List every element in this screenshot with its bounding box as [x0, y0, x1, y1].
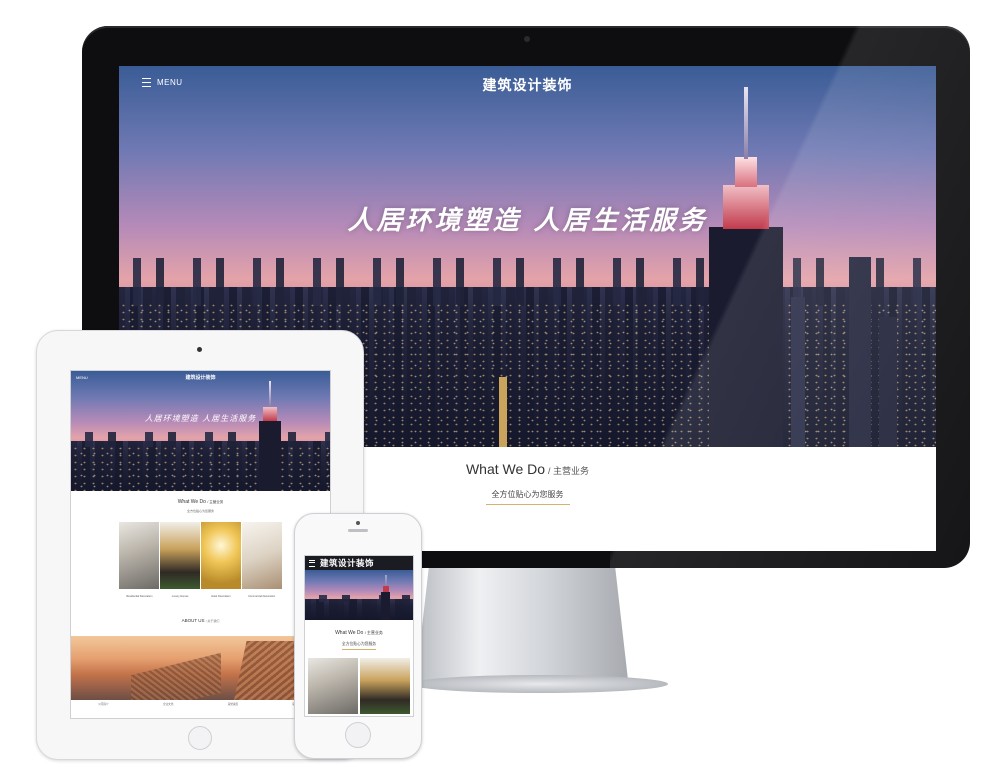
monitor-stand	[416, 568, 628, 680]
service-tile-residential[interactable]	[308, 658, 358, 714]
tablet-hero-slogan: 人居环境塑造 人居生活服务	[144, 414, 257, 423]
hero-slogan: 人居环境塑造 人居生活服务	[347, 206, 708, 236]
monitor-base	[410, 675, 668, 693]
service-tile-luxury[interactable]	[360, 658, 410, 714]
phone-home-button[interactable]	[345, 722, 371, 748]
service-tile-hotel[interactable]	[201, 522, 241, 589]
about-banner-image	[71, 636, 330, 700]
section-subtitle: 全方位贴心为您服务	[485, 489, 570, 505]
section-subtitle: 全方位贴心为您服务	[186, 509, 214, 513]
footer-link[interactable]: 公司简介	[98, 702, 108, 706]
phone-screen: 建筑设计装饰 What We Do / 主营业务 全方位贴心为您服务	[304, 555, 414, 717]
section-title: What We Do	[335, 630, 364, 636]
hamburger-icon[interactable]	[309, 559, 315, 567]
section-title: What We Do	[465, 461, 546, 477]
landmark-tower	[259, 381, 281, 491]
tablet-site-title[interactable]: 建筑设计装饰	[71, 374, 330, 381]
phone-speaker	[348, 529, 368, 532]
section-title: What We Do	[177, 499, 206, 505]
city-skyline	[305, 595, 413, 620]
about-title: ABOUT US	[181, 618, 205, 623]
service-caption: Luxury Homes	[171, 595, 189, 598]
footer-link[interactable]: 企业文化	[163, 702, 173, 706]
phone-what-we-do: What We Do / 主营业务	[305, 630, 413, 636]
section-title-suffix: / 主营业务	[207, 500, 224, 504]
skyscraper	[849, 257, 871, 447]
city-lights	[71, 445, 330, 491]
service-caption: Residential Decoration	[126, 595, 153, 598]
phone-header: 建筑设计装饰	[305, 556, 413, 570]
landmark-tower	[381, 575, 390, 620]
service-tiles	[119, 522, 282, 589]
skyscraper	[791, 297, 805, 447]
tablet-camera	[197, 347, 202, 352]
section-title-suffix: / 主营业务	[548, 466, 590, 476]
tablet-screen: MENU 建筑设计装饰 人居环境塑造 人居生活服务 What We Do / 主…	[70, 370, 331, 719]
service-tile-commercial[interactable]	[242, 522, 282, 589]
service-tile-luxury[interactable]	[160, 522, 200, 589]
phone-device: 建筑设计装饰 What We Do / 主营业务 全方位贴心为您服务	[294, 513, 422, 759]
service-caption: Hotel Decoration	[211, 595, 231, 598]
service-tile-residential[interactable]	[119, 522, 159, 589]
about-heading: ABOUT US / 关于我们	[71, 618, 330, 623]
landmark-tower	[709, 87, 783, 447]
phone-section-subtitle: 全方位贴心为您服务	[305, 642, 413, 650]
footer-link[interactable]: 荣誉资质	[228, 702, 238, 706]
service-captions: Residential Decoration Luxury Homes Hote…	[119, 595, 282, 598]
tablet-hero-banner: MENU 建筑设计装饰 人居环境塑造 人居生活服务	[71, 371, 330, 491]
site-title[interactable]: 建筑设计装饰	[119, 75, 936, 95]
tablet-footer-links: 公司简介 企业文化 荣誉资质 联系我们	[71, 702, 330, 706]
camera-dot	[524, 36, 530, 42]
phone-service-tiles	[308, 658, 410, 714]
phone-site-title[interactable]: 建筑设计装饰	[320, 557, 374, 569]
tablet-what-we-do: What We Do / 主营业务 全方位贴心为您服务	[71, 499, 330, 513]
tablet-home-button[interactable]	[188, 726, 212, 750]
section-subtitle: 全方位贴心为您服务	[341, 642, 377, 650]
service-caption: Commercial Decoration	[248, 595, 276, 598]
skyscraper	[879, 317, 897, 447]
phone-camera	[356, 521, 360, 525]
section-title-suffix: / 主营业务	[364, 630, 383, 635]
about-title-suffix: / 关于我们	[205, 619, 220, 623]
skyscraper	[499, 377, 507, 447]
phone-hero-banner	[305, 570, 413, 620]
